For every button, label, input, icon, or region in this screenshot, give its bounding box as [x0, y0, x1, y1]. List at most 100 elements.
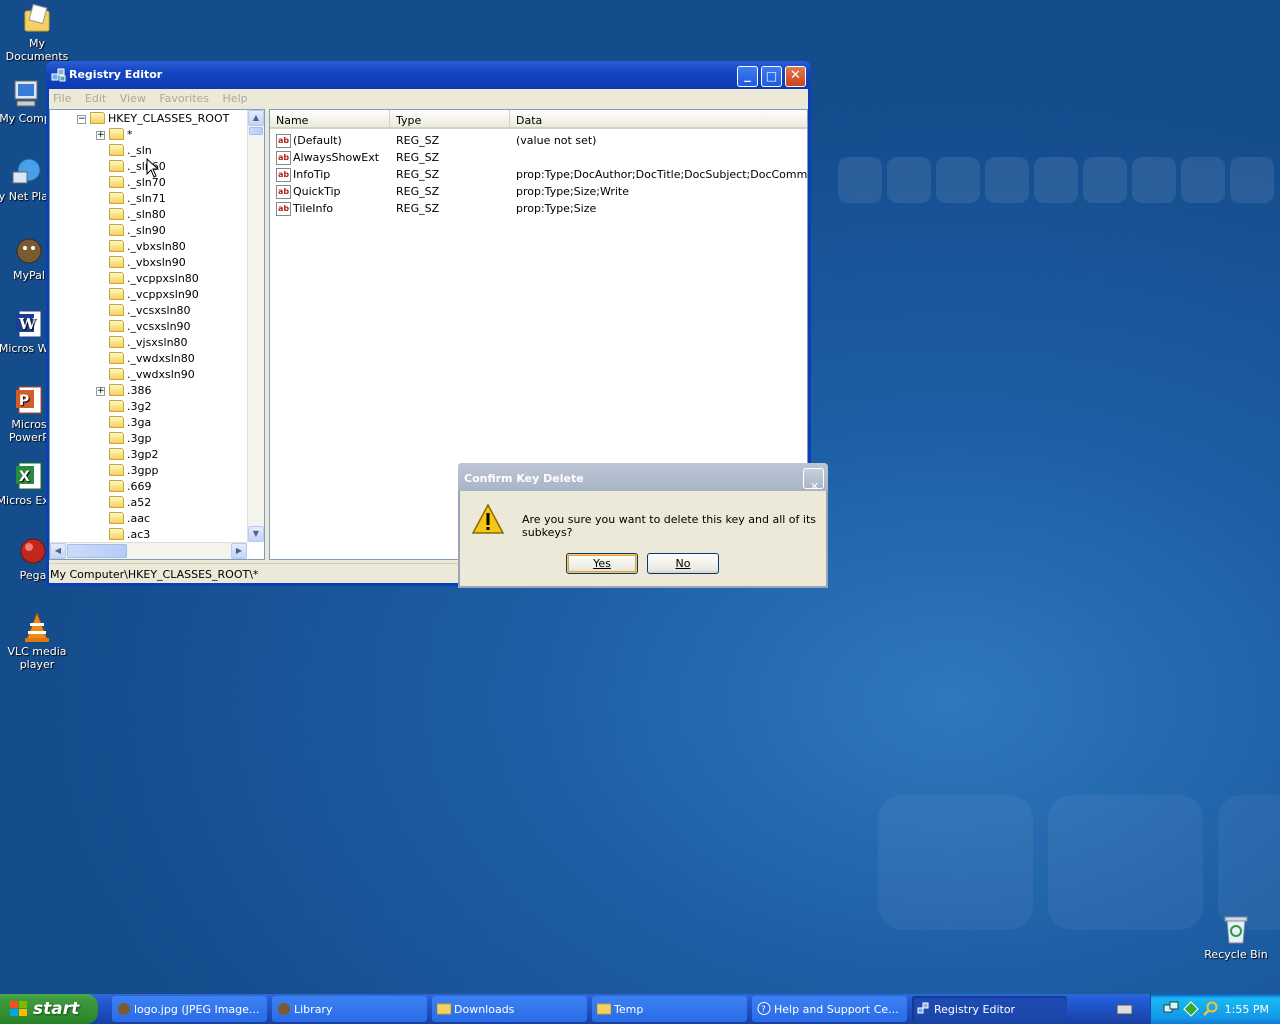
folder-icon: [109, 416, 124, 428]
menu-edit[interactable]: Edit: [85, 89, 112, 105]
task-downloads[interactable]: Downloads: [432, 996, 587, 1022]
dialog-client: Are you sure you want to delete this key…: [460, 491, 826, 586]
table-row[interactable]: ab TileInfo REG_SZ prop:Type;Size: [270, 200, 807, 217]
tree-item[interactable]: ._sln71: [109, 192, 166, 208]
tree-item[interactable]: ._vwdxsln90: [109, 368, 195, 384]
desktop-icon-vlc[interactable]: VLC media player: [0, 611, 74, 671]
svg-text:?: ?: [761, 1005, 766, 1015]
security-tray-icon[interactable]: [1183, 1001, 1199, 1020]
task-library[interactable]: Library: [272, 996, 427, 1022]
task-help-support[interactable]: ? Help and Support Ce...: [752, 996, 907, 1022]
desktop-icon-recycle-bin[interactable]: Recycle Bin: [1199, 914, 1273, 961]
scroll-right-icon[interactable]: ▶: [231, 543, 247, 559]
scroll-left-icon[interactable]: ◀: [50, 543, 66, 559]
task-temp[interactable]: Temp: [592, 996, 747, 1022]
menu-help[interactable]: Help: [223, 89, 254, 105]
svg-text:W: W: [18, 315, 37, 333]
start-label: start: [33, 999, 80, 1019]
tree-item[interactable]: *: [109, 128, 133, 144]
excel-icon: X: [13, 460, 45, 492]
menu-file[interactable]: File: [53, 89, 77, 105]
column-header-name[interactable]: Name: [270, 110, 390, 129]
tree-item[interactable]: .669: [109, 480, 152, 496]
start-button[interactable]: start: [0, 994, 98, 1024]
network-tray-icon[interactable]: [1163, 1001, 1179, 1020]
tree-horizontal-scrollbar[interactable]: ◀ ▶: [50, 542, 247, 559]
tree-expand-icon[interactable]: +: [96, 387, 105, 396]
tree-item[interactable]: ._vwdxsln80: [109, 352, 195, 368]
table-row[interactable]: ab QuickTip REG_SZ prop:Type;Size;Write: [270, 183, 807, 200]
tree-item[interactable]: ._vcppxsln80: [109, 272, 199, 288]
hscroll-thumb[interactable]: [67, 544, 127, 558]
column-header-type[interactable]: Type: [390, 110, 510, 129]
folder-documents-icon: [21, 3, 53, 35]
tree-item[interactable]: .3gp: [109, 432, 151, 448]
dialog-title: Confirm Key Delete: [464, 472, 584, 485]
folder-icon: [109, 512, 124, 524]
tree-item[interactable]: .386: [109, 384, 152, 400]
dialog-message: Are you sure you want to delete this key…: [522, 513, 817, 539]
menu-view[interactable]: View: [120, 89, 152, 105]
string-value-icon: ab: [276, 202, 291, 216]
folder-icon: [109, 176, 124, 188]
search-tray-icon[interactable]: [1203, 1001, 1219, 1020]
folder-icon: [109, 288, 124, 300]
dialog-titlebar[interactable]: Confirm Key Delete ✕: [458, 463, 828, 493]
folder-icon: [109, 272, 124, 284]
minimize-button[interactable]: _: [737, 66, 758, 87]
tree-item[interactable]: ._sln80: [109, 208, 166, 224]
tree-item[interactable]: ._vjsxsln80: [109, 336, 188, 352]
tree-item[interactable]: ._sln90: [109, 224, 166, 240]
no-button[interactable]: No: [647, 553, 719, 574]
tree-item[interactable]: .aac: [109, 512, 150, 528]
tree-item[interactable]: .3g2: [109, 400, 151, 416]
window-titlebar[interactable]: Registry Editor _ □ ✕: [46, 61, 811, 89]
tree-item[interactable]: ._vcsxsln80: [109, 304, 191, 320]
dialog-close-button[interactable]: ✕: [803, 468, 824, 493]
close-button[interactable]: ✕: [785, 66, 806, 87]
tree-vertical-scrollbar[interactable]: ▲ ▼: [247, 110, 264, 542]
folder-icon: [436, 1002, 452, 1015]
folder-icon: [109, 464, 124, 476]
tree-item[interactable]: .a52: [109, 496, 151, 512]
string-value-icon: ab: [276, 168, 291, 182]
folder-icon: [109, 240, 124, 252]
folder-icon: [109, 304, 124, 316]
tree-item[interactable]: .3gp2: [109, 448, 158, 464]
status-path: My Computer\HKEY_CLASSES_ROOT\*: [50, 568, 259, 581]
cell-name: InfoTip: [293, 168, 331, 181]
menu-favorites[interactable]: Favorites: [159, 89, 215, 105]
yes-button[interactable]: Yes: [566, 553, 638, 574]
cell-type: REG_SZ: [396, 134, 440, 147]
folder-icon: [109, 144, 124, 156]
keyboard-icon[interactable]: [1116, 1003, 1133, 1018]
tree-collapse-root-icon[interactable]: −: [77, 115, 86, 124]
table-row[interactable]: ab InfoTip REG_SZ prop:Type;DocAuthor;DocTi…: [270, 166, 807, 183]
maximize-button[interactable]: □: [761, 66, 782, 87]
browser-icon: [277, 1002, 291, 1015]
column-header-data[interactable]: Data: [510, 110, 807, 129]
confirm-key-delete-dialog[interactable]: Confirm Key Delete ✕ Are you sure you wa…: [458, 463, 828, 588]
cell-name: TileInfo: [293, 202, 334, 215]
network-icon: [9, 156, 41, 188]
svg-text:P: P: [19, 393, 29, 409]
tree-item[interactable]: ._vbxsln80: [109, 240, 186, 256]
task-logo-jpg[interactable]: logo.jpg (JPEG Image...: [112, 996, 267, 1022]
scroll-down-icon[interactable]: ▼: [248, 526, 264, 542]
tree-item[interactable]: .3ga: [109, 416, 151, 432]
tree-item[interactable]: .3gpp: [109, 464, 158, 480]
folder-icon: [109, 432, 124, 444]
tree-expand-icon[interactable]: +: [96, 131, 105, 140]
clock: 1:55 PM: [1224, 1003, 1269, 1016]
scroll-thumb[interactable]: [249, 127, 263, 135]
tree-item[interactable]: ._vbxsln90: [109, 256, 186, 272]
task-registry-editor[interactable]: Registry Editor: [912, 996, 1067, 1022]
table-row[interactable]: ab (Default) REG_SZ (value not set): [270, 132, 807, 149]
tree-item[interactable]: ._vcsxsln90: [109, 320, 191, 336]
tree-item-root[interactable]: HKEY_CLASSES_ROOT: [90, 112, 229, 128]
desktop-icon-my-documents[interactable]: My Documents: [0, 3, 74, 63]
tree-item[interactable]: ._vcppxsln90: [109, 288, 199, 304]
table-row[interactable]: ab AlwaysShowExt REG_SZ: [270, 149, 807, 166]
scroll-up-icon[interactable]: ▲: [248, 110, 264, 126]
mypal-browser-icon: [13, 235, 45, 267]
